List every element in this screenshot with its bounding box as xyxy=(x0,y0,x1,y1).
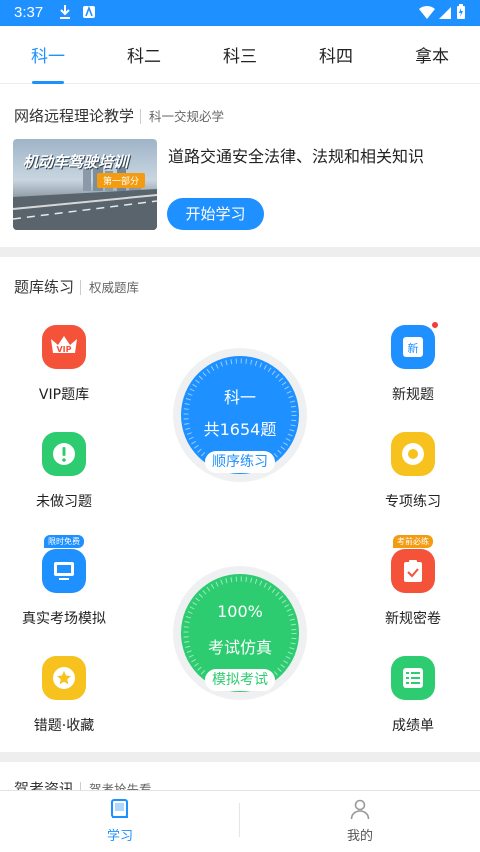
dial-subject-label: 科一 xyxy=(223,388,256,407)
free-limited-badge: 限时免费 xyxy=(44,535,84,548)
sequential-practice-button[interactable]: 顺序练习 xyxy=(205,451,275,473)
sequential-practice-dial[interactable]: 科一 共1654题 顺序练习 xyxy=(173,348,307,482)
svg-text:新: 新 xyxy=(408,341,419,355)
dial-question-count: 共1654题 xyxy=(203,420,277,439)
course-section-header: 网络远程理论教学 科一交规必学 xyxy=(14,105,225,126)
must-practice-badge: 考前必练 xyxy=(393,535,433,548)
new-rules-questions[interactable]: 新 新规题 xyxy=(358,321,468,404)
mock-exam-dial[interactable]: 100% 考试仿真 模拟考试 xyxy=(173,566,307,700)
start-learning-button[interactable]: 开始学习 xyxy=(167,198,264,230)
unanswered-questions[interactable]: 未做习题 xyxy=(9,432,119,511)
nav-study-label: 学习 xyxy=(106,829,133,844)
course-title[interactable]: 道路交通安全法律、法规和相关知识 xyxy=(168,143,424,167)
tab-subject-1[interactable]: 科一 xyxy=(0,42,96,67)
vip-question-bank-label: VIP题库 xyxy=(38,387,90,403)
star-icon xyxy=(42,656,86,700)
section-divider xyxy=(0,752,480,762)
practice-section-header: 题库练习 权威题库 xyxy=(14,276,140,297)
new-book-icon: 新 xyxy=(391,321,439,369)
clipboard-icon: 考前必练 xyxy=(391,535,435,593)
status-time: 3:37 xyxy=(14,4,44,21)
real-exam-simulation-label: 真实考场模拟 xyxy=(22,611,106,627)
practice-section-title: 题库练习 xyxy=(14,278,75,296)
nav-study[interactable]: 学习 xyxy=(60,797,180,844)
vip-question-bank[interactable]: VIP VIP题库 xyxy=(9,325,119,404)
unanswered-questions-label: 未做习题 xyxy=(36,494,92,510)
nav-mine[interactable]: 我的 xyxy=(300,797,420,844)
user-icon xyxy=(350,799,370,820)
score-report[interactable]: 成绩单 xyxy=(358,656,468,735)
app-notification-icon xyxy=(83,5,95,18)
dial-percentage: 100% xyxy=(217,602,263,621)
topic-practice[interactable]: 专项练习 xyxy=(358,432,468,511)
book-icon xyxy=(111,799,128,818)
status-bar: 3:37 xyxy=(0,0,480,26)
monitor-icon: 限时免费 xyxy=(42,535,86,593)
new-rules-secret-paper[interactable]: 考前必练 新规密卷 xyxy=(358,535,468,628)
signal-icon xyxy=(439,7,451,19)
download-icon xyxy=(60,5,70,19)
wifi-icon xyxy=(419,5,435,19)
course-image-tag: 第一部分 xyxy=(97,173,146,188)
nav-mine-label: 我的 xyxy=(346,829,373,844)
new-indicator-dot xyxy=(431,321,439,329)
course-image-title: 机动车驾驶培训 xyxy=(23,153,129,171)
tab-subject-3[interactable]: 科三 xyxy=(192,42,288,67)
new-rules-questions-label: 新规题 xyxy=(392,387,434,403)
target-icon xyxy=(391,432,435,476)
bottom-navigation: 学习 我的 xyxy=(0,790,480,852)
tab-subject-2[interactable]: 科二 xyxy=(96,42,192,67)
tab-license[interactable]: 拿本 xyxy=(384,42,480,67)
section-divider xyxy=(0,247,480,257)
dial-exam-label: 考试仿真 xyxy=(207,638,272,657)
new-rules-secret-paper-label: 新规密卷 xyxy=(385,611,441,627)
course-section-title: 网络远程理论教学 xyxy=(14,107,135,125)
wrong-and-favorites[interactable]: 错题·收藏 xyxy=(9,656,119,735)
list-icon xyxy=(391,656,435,700)
svg-text:VIP: VIP xyxy=(56,345,71,354)
mock-exam-button[interactable]: 模拟考试 xyxy=(205,669,275,691)
course-thumbnail[interactable]: 机动车驾驶培训 第一部分 xyxy=(13,139,157,230)
battery-icon xyxy=(457,4,465,19)
nav-separator xyxy=(239,803,240,837)
subject-tabs: 科一 科二 科三 科四 拿本 xyxy=(0,26,480,84)
course-section-subtitle: 科一交规必学 xyxy=(140,109,225,124)
wrong-and-favorites-label: 错题·收藏 xyxy=(33,718,95,734)
vip-crown-icon: VIP xyxy=(42,325,86,369)
score-report-label: 成绩单 xyxy=(392,718,434,734)
topic-practice-label: 专项练习 xyxy=(385,494,441,510)
real-exam-simulation[interactable]: 限时免费 真实考场模拟 xyxy=(9,535,119,628)
tab-subject-4[interactable]: 科四 xyxy=(288,42,384,67)
active-tab-indicator xyxy=(32,81,64,84)
practice-section-subtitle: 权威题库 xyxy=(80,280,140,295)
exclamation-icon xyxy=(42,432,86,476)
